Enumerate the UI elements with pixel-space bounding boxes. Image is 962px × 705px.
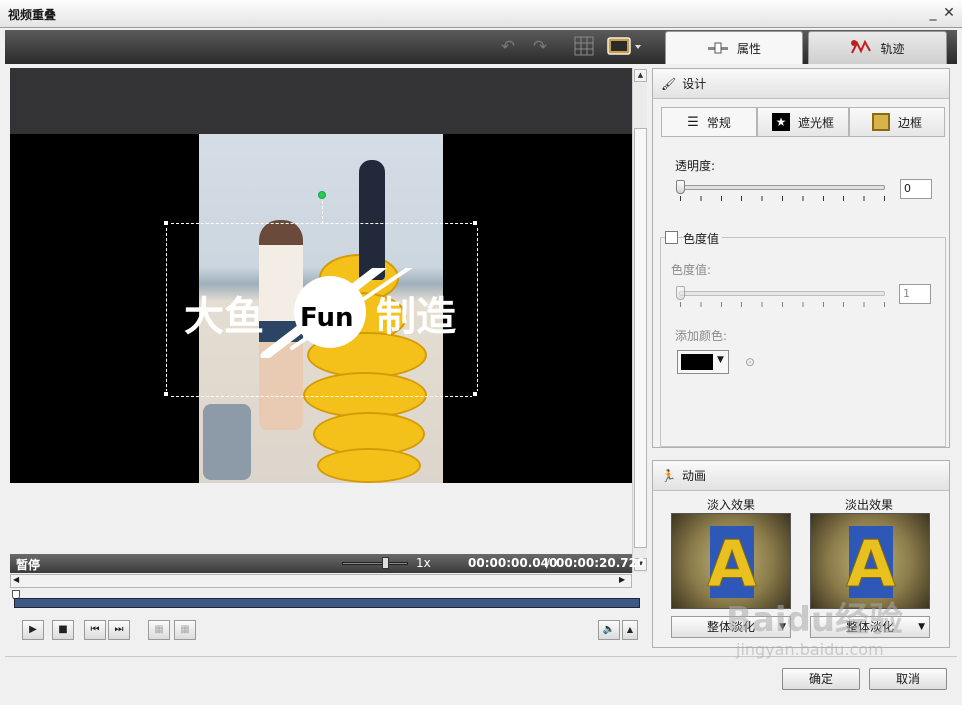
list-icon: ☰ [687,114,699,130]
opacity-slider-thumb[interactable] [676,180,685,194]
design-section-title: 设计 [682,77,707,91]
brush-icon: 🖌 [661,76,677,91]
fade-in-label: 淡入效果 [707,498,756,512]
watermark-url: jingyan.baidu.com [736,640,884,659]
color-swatch [681,354,713,370]
total-time: 00:00:20.720 [556,556,646,570]
svg-text:A: A [707,528,757,602]
speed-value: 1x [416,556,431,570]
time-separator: / [546,556,551,570]
frame-icon [871,113,890,131]
current-time: 00:00:00.040 [468,556,558,570]
overlay-logo: 大鱼 Fun 制造 [184,268,456,358]
subtab-border-label: 边框 [897,115,922,130]
next-button[interactable]: ⏭ [108,620,130,640]
scroll-left-button[interactable]: ◀ [13,575,19,584]
subtab-mask[interactable]: ★ 遮光框 [757,107,849,137]
subtab-border[interactable]: 边框 [849,107,945,137]
chroma-value-input[interactable]: 1 [899,284,931,304]
subtab-general-label: 常规 [706,115,731,130]
animation-section-header: 🏃 动画 [653,461,949,491]
scroll-thumb[interactable] [634,128,647,548]
tab-properties[interactable]: 属性 [665,31,803,64]
tab-track[interactable]: 轨迹 [808,31,947,64]
speed-slider[interactable] [342,562,408,565]
tab-track-label: 轨迹 [880,41,905,56]
design-section-header: 🖌 设计 [653,69,949,99]
chevron-down-icon: ▼ [717,355,724,365]
watermark-brand: Baidu经验 [726,600,904,640]
chroma-slider[interactable] [679,291,885,296]
rotate-stem [322,196,323,224]
resize-handle[interactable] [472,391,478,397]
previous-button[interactable]: ⏮ [84,620,106,640]
track-icon [851,39,872,54]
eyedropper-icon[interactable]: ⊙ [745,355,755,369]
running-figure-icon: 🏃 [661,468,676,483]
animation-section-title: 动画 [681,469,706,483]
title-bar: 视频重叠 _ ✕ [0,0,962,28]
grid-icon[interactable] [573,36,595,58]
scroll-up-button[interactable]: ▲ [634,69,647,82]
opacity-slider[interactable] [679,185,885,190]
tab-properties-label: 属性 [736,41,761,56]
rotate-handle[interactable] [318,191,326,199]
volume-dropdown[interactable]: ▲ [622,620,638,640]
resize-handle[interactable] [163,220,169,226]
svg-text:A: A [846,528,896,602]
subtab-mask-label: 遮光框 [797,115,834,130]
play-button[interactable]: ▶ [22,620,44,640]
watermark: Baidu经验 jingyan.baidu.com [726,600,956,690]
mark-in-button[interactable]: ▦ [148,620,170,640]
chroma-slider-thumb[interactable] [676,286,685,300]
toolbar: ↶ ↷ 属性 轨迹 [5,30,957,64]
logo-text-left: 大鱼 [184,294,264,340]
monitor-icon[interactable] [605,36,643,58]
volume-icon[interactable]: 🔈 [598,620,620,640]
video-preview: 大鱼 Fun 制造 [10,68,632,483]
preview-vertical-scrollbar[interactable]: ▲ ▼ [632,68,647,573]
add-color-label: 添加颜色: [675,329,728,343]
color-picker[interactable]: ▼ [677,350,729,374]
chroma-checkbox-label: 色度值 [683,230,723,247]
window-title: 视频重叠 [8,8,57,22]
subtab-general[interactable]: ☰ 常规 [661,107,757,137]
resize-handle[interactable] [163,391,169,397]
fade-out-preview[interactable]: A [810,513,930,609]
stop-button[interactable]: ■ [52,620,74,640]
chroma-label: 色度值: [671,263,712,277]
bag [203,404,251,480]
fade-in-preview[interactable]: A [671,513,791,609]
opacity-label: 透明度: [675,159,716,173]
fade-out-label: 淡出效果 [845,498,894,512]
resize-handle[interactable] [472,220,478,226]
chroma-checkbox[interactable] [665,231,678,244]
redo-icon[interactable]: ↷ [529,36,551,58]
properties-icon [707,42,728,54]
swim-ring [317,448,421,483]
opacity-ticks [680,196,886,201]
logo-text-right: 制造 [376,294,456,340]
design-panel: 🖌 设计 ☰ 常规 ★ 遮光框 边框 透明度: 0 色度值 色度值: 1 添加颜… [652,68,950,448]
opacity-value-input[interactable]: 0 [900,179,932,199]
minimize-button[interactable]: _ [926,5,940,21]
scroll-right-button[interactable]: ▶ [619,575,625,584]
chroma-ticks [680,302,886,307]
speed-slider-thumb[interactable] [382,557,389,569]
mark-out-button[interactable]: ▦ [174,620,196,640]
logo-text-mid: Fun [300,303,354,333]
undo-icon[interactable]: ↶ [497,36,519,58]
star-icon: ★ [771,113,790,131]
playback-status-bar: 暂停 1x 00:00:00.040 / 00:00:20.720 [10,554,645,573]
close-button[interactable]: ✕ [942,5,956,21]
playback-state: 暂停 [16,558,41,572]
preview-horizontal-scrollbar[interactable]: ◀ ▶ [10,574,632,588]
timeline-bar[interactable] [14,598,640,608]
